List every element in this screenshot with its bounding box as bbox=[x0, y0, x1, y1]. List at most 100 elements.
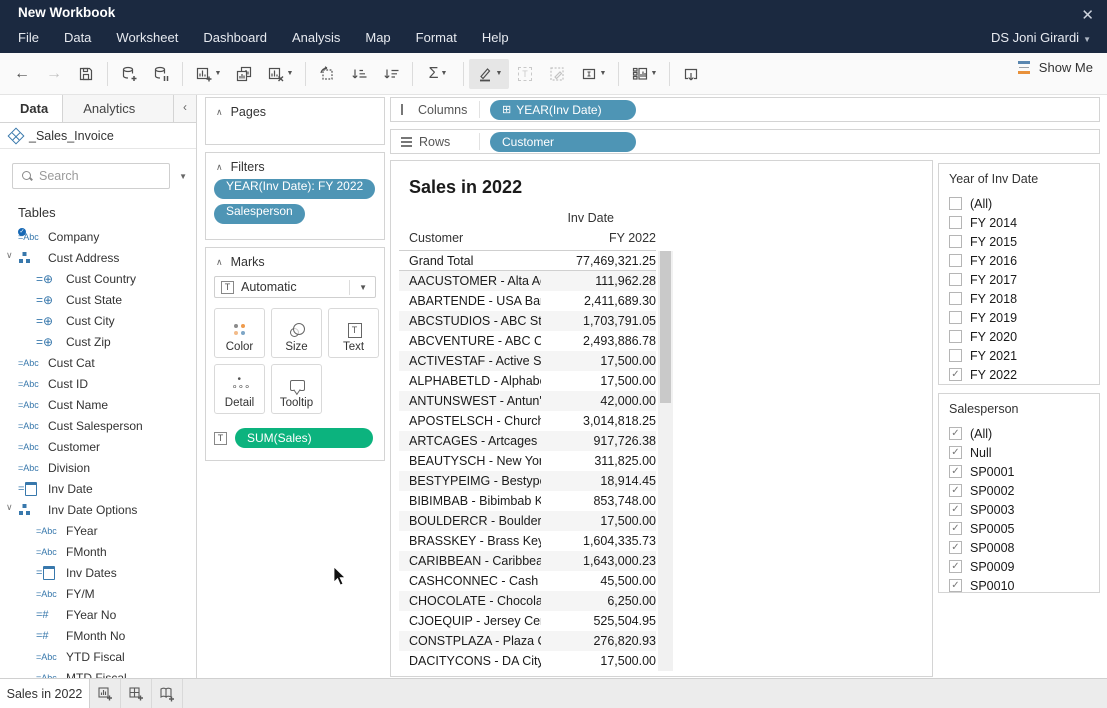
filter-checkbox-item[interactable]: FY 2018 bbox=[949, 289, 1099, 308]
filter-checkbox-item[interactable]: FY 2016 bbox=[949, 251, 1099, 270]
filter-checkbox-item[interactable]: SP0003 bbox=[949, 500, 1099, 519]
field-row[interactable]: ∨ Cust Cat bbox=[0, 352, 196, 373]
table-row[interactable]: AACUSTOMER - Alta Ace 111,962.28 bbox=[399, 271, 656, 291]
mark-type-dropdown[interactable]: T Automatic ▼ bbox=[214, 276, 376, 298]
filter-checkbox-item[interactable]: FY 2019 bbox=[949, 308, 1099, 327]
table-row[interactable]: BIBIMBAB - Bibimbab Ko.. 853,748.00 bbox=[399, 491, 656, 511]
show-me-button[interactable]: Show Me bbox=[1018, 60, 1093, 75]
filter-checkbox-item[interactable]: FY 2020 bbox=[949, 327, 1099, 346]
checkbox[interactable] bbox=[949, 197, 962, 210]
customer-cell[interactable]: AACUSTOMER - Alta Ace bbox=[399, 274, 541, 288]
duplicate-sheet-button[interactable] bbox=[228, 59, 260, 89]
customer-cell[interactable]: ABARTENDE - USA Barte.. bbox=[399, 294, 541, 308]
save-button[interactable] bbox=[70, 59, 102, 89]
table-row[interactable]: CASHCONNEC - Cash Con.. 45,500.00 bbox=[399, 571, 656, 591]
menu-item[interactable]: Worksheet bbox=[116, 30, 178, 45]
presentation-mode-button[interactable] bbox=[675, 59, 707, 89]
menu-item[interactable]: File bbox=[18, 30, 39, 45]
field-row[interactable]: ∨ FY/M bbox=[0, 583, 196, 604]
search-box[interactable]: ▼ bbox=[12, 163, 170, 189]
checkbox[interactable] bbox=[949, 560, 962, 573]
customer-cell[interactable]: ARTCAGES - Artcages bbox=[399, 434, 541, 448]
customer-cell[interactable]: DACITYCONS - DA City Co.. bbox=[399, 654, 541, 668]
checkbox[interactable] bbox=[949, 465, 962, 478]
chevron-down-icon[interactable]: ▼ bbox=[349, 280, 369, 295]
highlight-button[interactable]: ▼ bbox=[469, 59, 509, 89]
field-row[interactable]: ∨ Cust Address bbox=[0, 247, 196, 268]
fit-selector-button[interactable]: ▼ bbox=[573, 59, 613, 89]
field-row[interactable]: ∨ Cust Salesperson bbox=[0, 415, 196, 436]
mark-property-button[interactable]: Text bbox=[328, 308, 379, 358]
field-row[interactable]: ∨ MTD Fiscal bbox=[0, 667, 196, 678]
filter-checkbox-item[interactable]: FY 2017 bbox=[949, 270, 1099, 289]
checkbox[interactable] bbox=[949, 446, 962, 459]
field-row[interactable]: ∨ Inv Date Options bbox=[0, 499, 196, 520]
customer-cell[interactable]: CARIBBEAN - Caribbean .. bbox=[399, 554, 541, 568]
table-row[interactable]: ABCSTUDIOS - ABC Studi.. 1,703,791.05 bbox=[399, 311, 656, 331]
filter-checkbox-item[interactable]: FY 2014 bbox=[949, 213, 1099, 232]
filter-checkbox-item[interactable]: (All) bbox=[949, 424, 1099, 443]
checkbox[interactable] bbox=[949, 503, 962, 516]
customer-cell[interactable]: CHOCOLATE - Chocolate .. bbox=[399, 594, 541, 608]
columns-shelf[interactable]: Columns ⊞YEAR(Inv Date) bbox=[390, 97, 1100, 122]
expand-chevron-icon[interactable]: ∨ bbox=[6, 502, 16, 513]
totals-button[interactable]: Σ ▼ bbox=[418, 59, 458, 89]
collapse-card-icon[interactable]: ∧ bbox=[216, 162, 223, 173]
field-row[interactable]: ∨ Company bbox=[0, 226, 196, 247]
table-row[interactable]: ARTCAGES - Artcages 917,726.38 bbox=[399, 431, 656, 451]
show-hide-cards-button[interactable]: ▼ bbox=[624, 59, 664, 89]
table-row[interactable]: ABCVENTURE - ABC Capit.. 2,493,886.78 bbox=[399, 331, 656, 351]
mark-property-button[interactable]: Size bbox=[271, 308, 322, 358]
field-row[interactable]: ∨ FYear bbox=[0, 520, 196, 541]
table-row[interactable]: ALPHABETLD - Alphabetl.. 17,500.00 bbox=[399, 371, 656, 391]
field-row[interactable]: ∨ Inv Dates bbox=[0, 562, 196, 583]
field-row[interactable]: ∨ FMonth No bbox=[0, 625, 196, 646]
new-worksheet-button[interactable]: ▼ bbox=[188, 59, 228, 89]
tab-analytics[interactable]: Analytics bbox=[63, 95, 174, 122]
menu-item[interactable]: Dashboard bbox=[203, 30, 267, 45]
customer-cell[interactable]: BRASSKEY - Brass Key Bar bbox=[399, 534, 541, 548]
checkbox[interactable] bbox=[949, 216, 962, 229]
table-row[interactable]: CJOEQUIP - Jersey Centr.. 525,504.95 bbox=[399, 611, 656, 631]
checkbox[interactable] bbox=[949, 273, 962, 286]
new-story-button[interactable] bbox=[152, 679, 183, 708]
field-row[interactable]: ∨ Customer bbox=[0, 436, 196, 457]
rows-shelf[interactable]: Rows Customer bbox=[390, 129, 1100, 154]
field-row[interactable]: ∨ Cust ID bbox=[0, 373, 196, 394]
columns-pill[interactable]: ⊞YEAR(Inv Date) bbox=[490, 100, 636, 120]
customer-cell[interactable]: ALPHABETLD - Alphabetl.. bbox=[399, 374, 541, 388]
scrollbar-thumb[interactable] bbox=[660, 251, 671, 403]
customer-cell[interactable]: Grand Total bbox=[399, 254, 541, 268]
menu-item[interactable]: Format bbox=[416, 30, 457, 45]
row-dimension-header[interactable]: Customer bbox=[399, 231, 541, 245]
mark-property-button[interactable]: Detail bbox=[214, 364, 265, 414]
field-row[interactable]: ∨ Inv Date bbox=[0, 478, 196, 499]
mark-property-button[interactable]: Tooltip bbox=[271, 364, 322, 414]
customer-cell[interactable]: CONSTPLAZA - Plaza Con.. bbox=[399, 634, 541, 648]
filter-checkbox-item[interactable]: (All) bbox=[949, 194, 1099, 213]
field-row[interactable]: ∨ Cust City bbox=[0, 310, 196, 331]
table-row[interactable]: BOULDERCR - Boulder Co.. 17,500.00 bbox=[399, 511, 656, 531]
new-data-source-button[interactable] bbox=[113, 59, 145, 89]
column-header[interactable]: FY 2022 bbox=[541, 231, 656, 245]
filter-checkbox-item[interactable]: FY 2022 bbox=[949, 365, 1099, 384]
rows-pill[interactable]: Customer bbox=[490, 132, 636, 152]
table-row[interactable]: BESTYPEIMG - Bestype I.. 18,914.45 bbox=[399, 471, 656, 491]
pause-auto-updates-button[interactable] bbox=[145, 59, 177, 89]
customer-cell[interactable]: BOULDERCR - Boulder Co.. bbox=[399, 514, 541, 528]
table-row[interactable]: ANTUNSWEST - Antun's .. 42,000.00 bbox=[399, 391, 656, 411]
expand-field-icon[interactable]: ⊞ bbox=[502, 103, 511, 116]
checkbox[interactable] bbox=[949, 349, 962, 362]
sort-descending-button[interactable] bbox=[375, 59, 407, 89]
customer-cell[interactable]: BEAUTYSCH - New York I.. bbox=[399, 454, 541, 468]
field-row[interactable]: ∨ FYear No bbox=[0, 604, 196, 625]
sheet-tab-active[interactable]: Sales in 2022 bbox=[0, 679, 90, 708]
filter-pill[interactable]: Salesperson bbox=[214, 204, 305, 224]
account-menu[interactable]: DS Joni Girardi▼ bbox=[991, 30, 1091, 45]
filter-checkbox-item[interactable]: SP0001 bbox=[949, 462, 1099, 481]
table-row[interactable]: BRASSKEY - Brass Key Bar 1,604,335.73 bbox=[399, 531, 656, 551]
tab-data[interactable]: Data bbox=[0, 95, 63, 122]
mark-property-button[interactable]: Color bbox=[214, 308, 265, 358]
collapse-card-icon[interactable]: ∧ bbox=[216, 107, 223, 118]
filter-checkbox-item[interactable]: SP0008 bbox=[949, 538, 1099, 557]
